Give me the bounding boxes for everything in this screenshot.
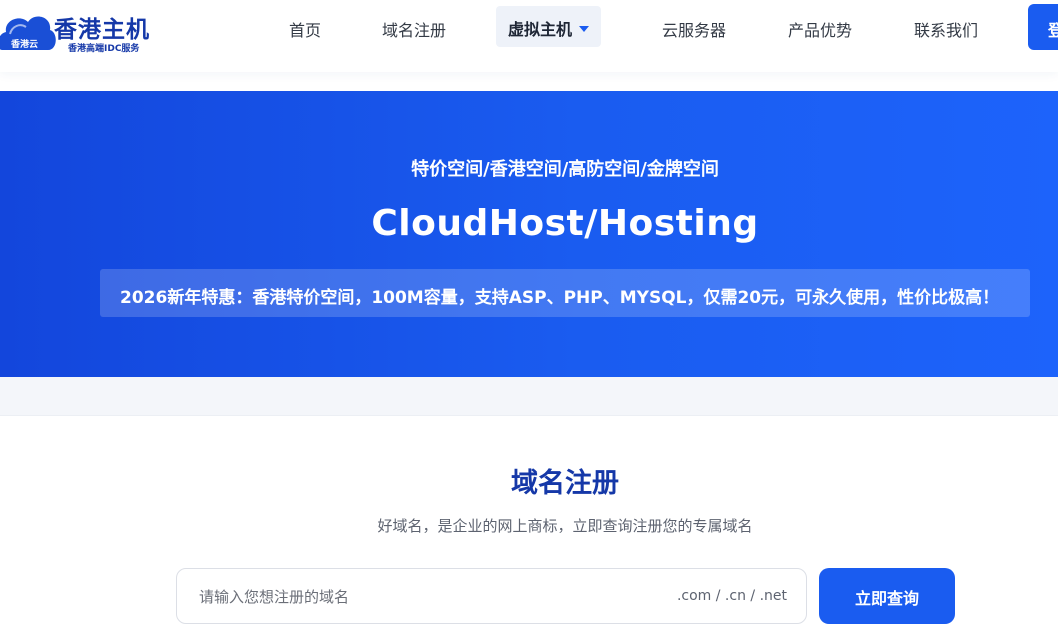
nav-item-label: 首页	[289, 21, 322, 40]
nav-item-contact[interactable]: 联系我们	[914, 17, 979, 40]
nav-item-advantages[interactable]: 产品优势	[788, 17, 853, 40]
nav-item-domain[interactable]: 域名注册	[382, 17, 447, 40]
logo-subtitle: 香港高端IDC服务	[68, 44, 140, 54]
site-logo[interactable]: 香港云 香港主机 香港高端IDC服务	[0, 4, 170, 60]
nav-item-label: 域名注册	[382, 21, 447, 40]
domain-search-button[interactable]: 立即查询	[819, 568, 955, 624]
domain-section-title: 域名注册	[511, 468, 619, 499]
hero-banner: 特价空间/香港空间/高防空间/金牌空间 CloudHost/Hosting 20…	[0, 91, 1058, 377]
nav-item-label: 虚拟主机	[508, 20, 573, 39]
promo-banner: 2026新年特惠：香港特价空间，100M容量，支持ASP、PHP、MYSQL，仅…	[100, 269, 1030, 317]
nav-item-label: 联系我们	[914, 21, 979, 40]
hero-title: CloudHost/Hosting	[371, 203, 759, 244]
caret-down-icon	[579, 26, 590, 32]
nav-item-cloud-server[interactable]: 云服务器	[662, 17, 727, 40]
login-button[interactable]: 登录	[1028, 4, 1058, 50]
nav-item-virtual-host[interactable]: 虚拟主机	[496, 6, 602, 47]
logo-title: 香港主机	[54, 17, 150, 43]
section-divider	[0, 377, 1058, 416]
site-header: 香港云 香港主机 香港高端IDC服务 首页 域名注册 虚拟主机 云服务器 产品优…	[0, 0, 1058, 72]
domain-search-box: .com / .cn / .net	[176, 568, 807, 624]
nav-item-label: 产品优势	[788, 21, 853, 40]
domain-suffix-list: .com / .cn / .net	[676, 588, 787, 604]
domain-search-input[interactable]	[197, 585, 637, 609]
domain-section-description: 好域名，是企业的网上商标，立即查询注册您的专属域名	[377, 517, 753, 535]
nav-item-home[interactable]: 首页	[289, 17, 322, 40]
logo-badge-text: 香港云	[11, 40, 39, 50]
nav-item-label: 云服务器	[662, 21, 727, 40]
hero-subtitle: 特价空间/香港空间/高防空间/金牌空间	[411, 159, 719, 180]
